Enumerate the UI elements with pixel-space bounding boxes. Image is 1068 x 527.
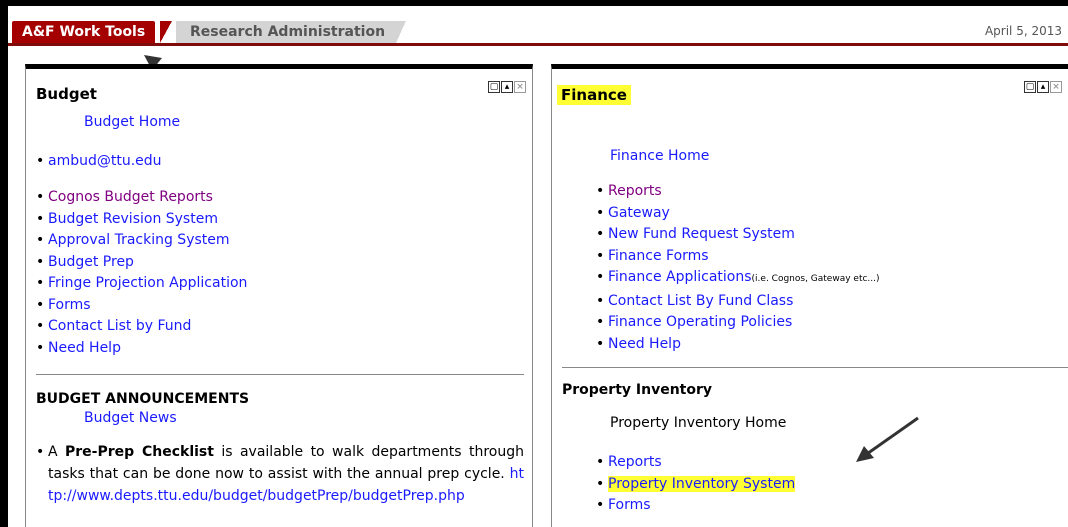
budget-link-revision[interactable]: Budget Revision System [48,211,218,227]
budget-news-link[interactable]: Budget News [84,410,177,426]
property-link-forms[interactable]: Forms [608,497,651,513]
restore-icon[interactable]: ▢ [1024,81,1036,93]
close-icon[interactable]: × [1050,81,1062,93]
budget-link-approval[interactable]: Approval Tracking System [48,232,230,248]
finance-home-link[interactable]: Finance Home [610,148,709,164]
tab-bar: A&F Work Tools Research Administration A… [8,6,1068,46]
date-label: April 5, 2013 [984,24,1062,38]
budget-announcements-title: BUDGET ANNOUNCEMENTS [36,391,250,407]
property-links: Reports Property Inventory System Forms [596,452,796,517]
budget-link-help[interactable]: Need Help [48,340,121,356]
finance-link-help[interactable]: Need Help [608,336,681,352]
budget-link-fringe[interactable]: Fringe Projection Application [48,275,247,291]
budget-link-contact[interactable]: Contact List by Fund [48,318,191,334]
arrow-annotation-icon [856,416,919,462]
finance-panel: Finance ▢ ▴ × Finance Home Reports Gatew… [551,64,1068,527]
budget-link-prep[interactable]: Budget Prep [48,254,134,270]
announce-bold: Pre-Prep Checklist [65,444,214,460]
budget-email-list: ambud@ttu.edu [36,151,162,173]
tab-research-administration[interactable]: Research Administration [176,21,406,43]
budget-email-link[interactable]: ambud@ttu.edu [48,153,162,169]
budget-home-link[interactable]: Budget Home [84,114,180,130]
property-inventory-home: Property Inventory Home [610,415,787,431]
minimize-icon[interactable]: ▴ [501,81,513,93]
property-inventory-title: Property Inventory [562,382,713,398]
finance-links: Reports Gateway New Fund Request System … [596,181,880,355]
restore-icon[interactable]: ▢ [488,81,500,93]
close-icon[interactable]: × [514,81,526,93]
property-link-reports[interactable]: Reports [608,454,662,470]
budget-link-forms[interactable]: Forms [48,297,91,313]
panel-controls: ▢ ▴ × [488,81,526,93]
finance-link-applications[interactable]: Finance Applications [608,269,752,285]
screenshot-border-left [0,0,8,527]
tab-notch [160,21,172,43]
finance-link-forms[interactable]: Finance Forms [608,248,709,264]
budget-panel: Budget ▢ ▴ × Budget Home ambud@ttu.edu C… [25,64,533,527]
finance-applications-note: (i.e. Cognos, Gateway etc...) [751,274,880,284]
finance-link-contact[interactable]: Contact List By Fund Class [608,293,793,309]
budget-link-cognos[interactable]: Cognos Budget Reports [48,189,213,205]
finance-link-reports[interactable]: Reports [608,183,662,199]
tab-af-work-tools[interactable]: A&F Work Tools [12,21,156,43]
budget-divider [36,374,524,375]
finance-link-new-fund[interactable]: New Fund Request System [608,226,795,242]
minimize-icon[interactable]: ▴ [1037,81,1049,93]
announcement-item: A Pre-Prep Checklist is available to wal… [36,441,524,507]
finance-divider [562,367,1068,368]
panel-controls: ▢ ▴ × [1024,81,1062,93]
property-link-system[interactable]: Property Inventory System [608,475,796,492]
finance-link-policies[interactable]: Finance Operating Policies [608,314,792,330]
finance-title: Finance [557,85,631,105]
finance-link-gateway[interactable]: Gateway [608,205,670,221]
budget-title: Budget [36,85,97,103]
budget-links: Cognos Budget Reports Budget Revision Sy… [36,187,247,359]
announce-prefix: A [48,444,65,460]
